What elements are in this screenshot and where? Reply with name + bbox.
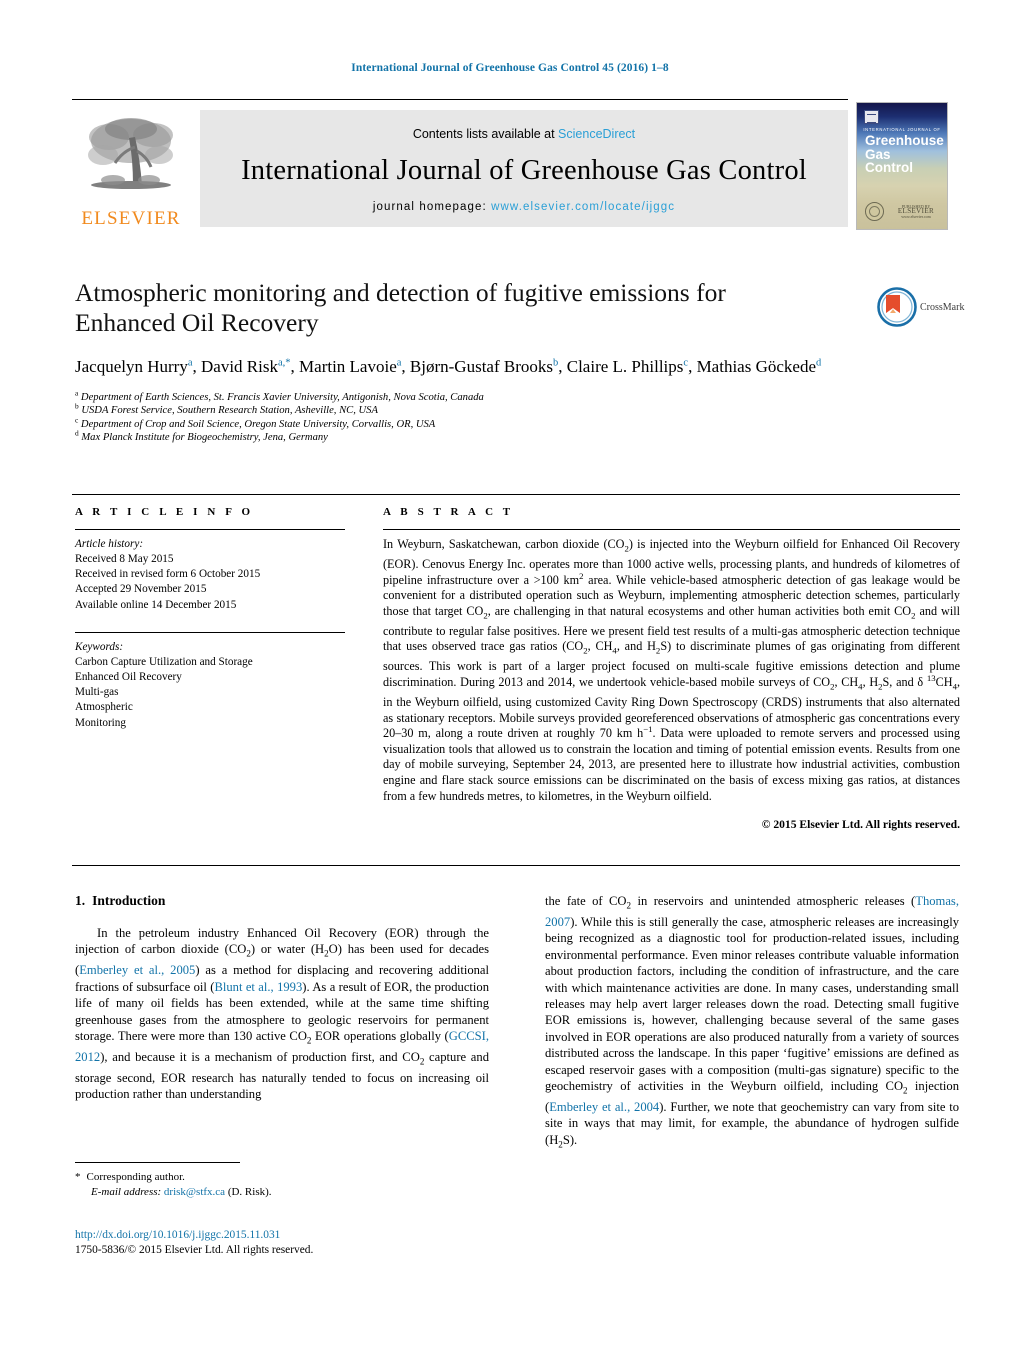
- article-info-rule: [75, 529, 345, 530]
- body-top-rule: [72, 865, 960, 866]
- keywords-rule: [75, 631, 345, 633]
- cover-title-line2: Gas Control: [865, 146, 913, 175]
- doi-link[interactable]: http://dx.doi.org/10.1016/j.ijggc.2015.1…: [75, 1228, 535, 1243]
- affiliation-mark: c: [75, 415, 79, 425]
- author-affiliation-mark: a: [396, 357, 402, 369]
- article-history-item: Received in revised form 6 October 2015: [75, 568, 261, 581]
- keyword-item: Multi-gas: [75, 686, 119, 699]
- journal-masthead: ELSEVIER Contents lists available at Sci…: [72, 102, 948, 234]
- article-history-item: Accepted 29 November 2015: [75, 583, 207, 596]
- keywords-list: Carbon Capture Utilization and Storage En…: [75, 655, 345, 731]
- abstract-rule: [383, 529, 960, 530]
- email-suffix: (D. Risk).: [227, 1185, 272, 1198]
- journal-cover-thumbnail: INTERNATIONAL JOURNAL OF Greenhouse Gas …: [856, 102, 948, 230]
- cover-publisher: PUBLISHED BY ELSEVIER www.elsevier.com: [893, 204, 939, 219]
- info-section-top-rule: [72, 494, 960, 495]
- affiliation-item: c Department of Crop and Soil Science, O…: [75, 415, 436, 430]
- author-name: Claire L. Phillips: [566, 357, 684, 376]
- keywords-label: Keywords:: [75, 640, 124, 653]
- doi-block: http://dx.doi.org/10.1016/j.ijggc.2015.1…: [75, 1228, 535, 1258]
- cover-seal-icon: [865, 202, 884, 221]
- citation-emberley-2005[interactable]: Emberley et al., 2005: [79, 963, 195, 977]
- running-head: International Journal of Greenhouse Gas …: [351, 62, 669, 74]
- author-affiliation-mark: b: [553, 357, 559, 369]
- elsevier-wordmark: ELSEVIER: [81, 208, 181, 229]
- abstract-text: In Weyburn, Saskatchewan, carbon dioxide…: [383, 537, 961, 803]
- affiliation-list: a Department of Earth Sciences, St. Fran…: [75, 388, 875, 445]
- footnote-rule: [75, 1162, 240, 1163]
- keyword-item: Enhanced Oil Recovery: [75, 671, 182, 684]
- article-history-list: Received 8 May 2015 Received in revised f…: [75, 552, 345, 613]
- author-name: Bjørn-Gustaf Brooks: [409, 357, 553, 376]
- citation-emberley-2004[interactable]: Emberley et al., 2004: [549, 1100, 659, 1114]
- citation-gccsi-2012[interactable]: GCCSI, 2012: [75, 1029, 489, 1064]
- footnote-corresponding: Corresponding author.: [86, 1171, 185, 1183]
- cover-title: Greenhouse Gas Control: [865, 133, 944, 175]
- footnote-line-1: * Corresponding author.: [75, 1170, 489, 1185]
- affiliation-mark: a: [75, 388, 79, 398]
- journal-homepage-line: journal homepage: www.elsevier.com/locat…: [373, 201, 675, 213]
- section-title: Introduction: [92, 893, 166, 908]
- body-column-right: the fate of CO2 in reservoirs and uninte…: [545, 893, 959, 1153]
- keywords-block: Keywords: Carbon Capture Utilization and…: [75, 631, 345, 731]
- elsevier-tree-icon: [88, 118, 173, 189]
- cover-title-line1: Greenhouse: [865, 133, 944, 148]
- author-name: Martin Lavoie: [299, 357, 397, 376]
- abstract-column: A B S T R A C T In Weyburn, Saskatchewan…: [383, 506, 960, 831]
- journal-title: International Journal of Greenhouse Gas …: [241, 154, 807, 186]
- page-title: Atmospheric monitoring and detection of …: [75, 278, 726, 337]
- keyword-item: Atmospheric: [75, 701, 133, 714]
- crossmark-label: CrossMark: [920, 301, 965, 313]
- keyword-item: Carbon Capture Utilization and Storage: [75, 655, 253, 668]
- section-number: 1.: [75, 893, 86, 908]
- affiliation-item: b USDA Forest Service, Southern Research…: [75, 401, 378, 417]
- citation-blunt-1993[interactable]: Blunt et al., 1993: [214, 980, 302, 994]
- issn-copyright-line: 1750-5836/© 2015 Elsevier Ltd. All right…: [75, 1244, 314, 1256]
- author-affiliation-mark: a,*: [277, 357, 291, 369]
- body-column-left: 1. Introduction In the petroleum industry…: [75, 893, 489, 1103]
- author-affiliation-mark: c: [683, 357, 689, 369]
- footnote-star: *: [75, 1171, 81, 1183]
- email-link[interactable]: drisk@stfx.ca: [164, 1186, 225, 1198]
- contents-prefix: Contents lists available at: [412, 126, 559, 141]
- journal-band: Contents lists available at ScienceDirec…: [200, 110, 848, 227]
- author-list: Jacquelyn Hurrya, David Riska,*, Martin …: [75, 357, 822, 376]
- article-info-column: A R T I C L E I N F O Article history: R…: [75, 506, 345, 731]
- article-info-heading: A R T I C L E I N F O: [75, 506, 254, 518]
- article-history-item: Received 8 May 2015: [75, 553, 174, 565]
- homepage-prefix: journal homepage:: [372, 200, 492, 213]
- corresponding-author-footnote: * Corresponding author. E-mail address: d…: [75, 1170, 489, 1199]
- abstract-heading: A B S T R A C T: [383, 506, 514, 518]
- crossmark-badge[interactable]: CrossMark: [877, 285, 965, 329]
- paper-page: International Journal of Greenhouse Gas …: [0, 0, 1020, 1351]
- author-name: Mathias Göckede: [696, 357, 816, 376]
- article-history-label: Article history:: [75, 538, 144, 550]
- section-heading-introduction: 1. Introduction: [75, 893, 489, 909]
- intro-paragraph-continued: the fate of CO2 in reservoirs and uninte…: [545, 894, 960, 1150]
- abstract-copyright: © 2015 Elsevier Ltd. All rights reserved…: [761, 818, 960, 832]
- author-name: Jacquelyn Hurry: [75, 357, 188, 376]
- masthead-top-rule: [72, 99, 848, 100]
- contents-available-line: Contents lists available at ScienceDirec…: [413, 127, 635, 141]
- author-name: David Risk: [201, 357, 278, 376]
- sciencedirect-link[interactable]: ScienceDirect: [558, 127, 635, 141]
- article-history-item: Available online 14 December 2015: [75, 598, 237, 611]
- cover-superline: INTERNATIONAL JOURNAL OF: [863, 127, 941, 132]
- affiliation-item: a Department of Earth Sciences, St. Fran…: [75, 388, 484, 403]
- intro-paragraph-1: In the petroleum industry Enhanced Oil R…: [75, 926, 490, 1102]
- author-affiliation-mark: d: [816, 357, 822, 369]
- keyword-item: Monitoring: [75, 716, 126, 729]
- crossmark-icon: [877, 287, 917, 327]
- affiliation-mark: d: [75, 428, 79, 438]
- email-label: E-mail address:: [91, 1185, 162, 1198]
- affiliation-item: d Max Planck Institute for Biogeochemist…: [75, 428, 328, 444]
- cover-emblem-icon: [864, 110, 879, 124]
- title-block: Atmospheric monitoring and detection of …: [75, 278, 875, 445]
- author-affiliation-mark: a: [187, 357, 193, 369]
- journal-homepage-link[interactable]: www.elsevier.com/locate/ijggc: [491, 201, 675, 213]
- elsevier-logo: ELSEVIER: [72, 102, 190, 234]
- footnote-line-2: E-mail address: drisk@stfx.ca (D. Risk).: [75, 1185, 489, 1200]
- citation-thomas-2007[interactable]: Thomas, 2007: [545, 894, 959, 929]
- affiliation-mark: b: [75, 401, 79, 411]
